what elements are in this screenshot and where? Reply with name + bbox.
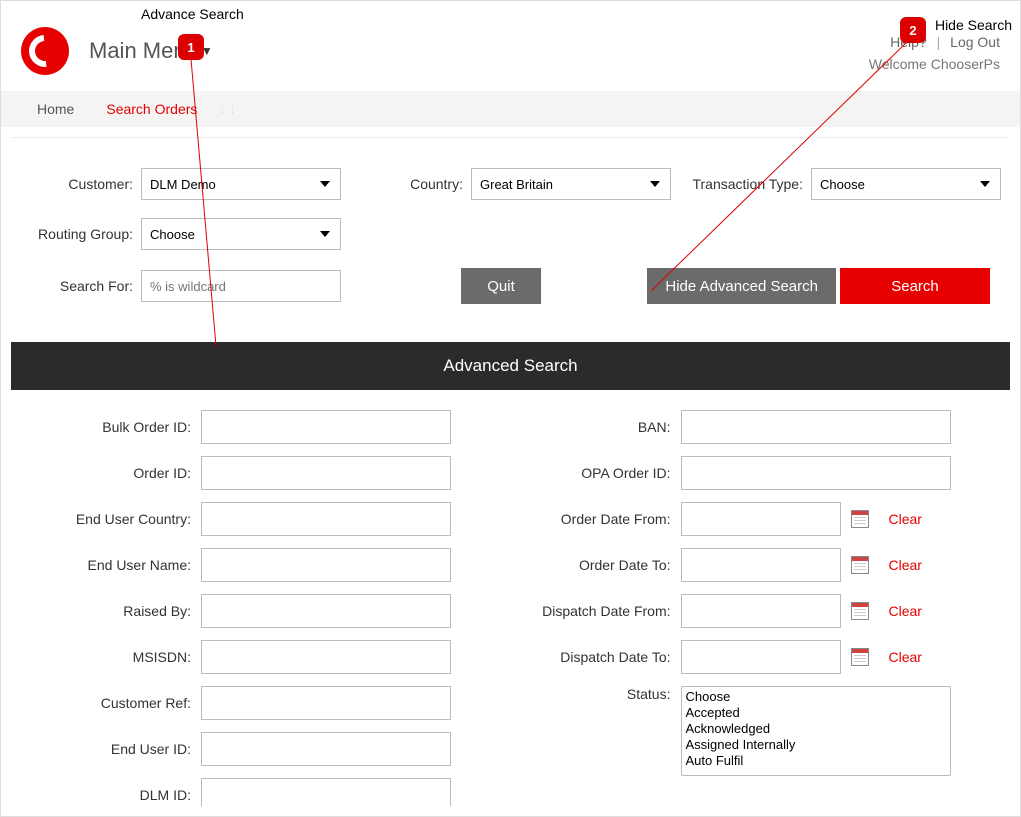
- search-for-label: Search For:: [31, 278, 141, 294]
- advanced-search-grid: Bulk Order ID: Order ID: End User Countr…: [11, 410, 1010, 806]
- annotation-advance-search: Advance Search: [141, 6, 244, 22]
- transaction-type-label: Transaction Type:: [681, 176, 811, 192]
- calendar-icon[interactable]: [851, 602, 869, 620]
- logout-link[interactable]: Log Out: [950, 34, 1000, 50]
- bulk-order-id-label: Bulk Order ID:: [31, 419, 201, 435]
- end-user-country-label: End User Country:: [31, 511, 201, 527]
- raised-by-input[interactable]: [201, 594, 451, 628]
- advanced-left-column: Bulk Order ID: Order ID: End User Countr…: [31, 410, 511, 806]
- separator: |: [937, 34, 941, 50]
- app-window: Advance Search Hide Search 1 2 Main Menu…: [0, 0, 1021, 817]
- search-button[interactable]: Search: [840, 268, 990, 304]
- content-scroll[interactable]: Customer: DLM Demo Country: Great Britai…: [11, 137, 1010, 806]
- ban-label: BAN:: [511, 419, 681, 435]
- annotation-badge-1: 1: [178, 34, 204, 60]
- header-right: Help? | Log Out Welcome ChooserPs: [869, 30, 1000, 72]
- transaction-type-select[interactable]: Choose: [811, 168, 1001, 200]
- dispatch-date-to-label: Dispatch Date To:: [511, 649, 681, 665]
- msisdn-label: MSISDN:: [31, 649, 201, 665]
- customer-select[interactable]: DLM Demo: [141, 168, 341, 200]
- clear-order-date-from[interactable]: Clear: [889, 511, 922, 527]
- hide-advanced-search-button[interactable]: Hide Advanced Search: [647, 268, 836, 304]
- dispatch-date-to-input[interactable]: [681, 640, 841, 674]
- annotation-hide-search: Hide Search: [935, 17, 1012, 33]
- opa-order-id-input[interactable]: [681, 456, 951, 490]
- tab-bar: Home Search Orders ⋮⋮: [1, 91, 1020, 127]
- calendar-icon[interactable]: [851, 648, 869, 666]
- calendar-icon[interactable]: [851, 510, 869, 528]
- country-select[interactable]: Great Britain: [471, 168, 671, 200]
- quit-button[interactable]: Quit: [461, 268, 541, 304]
- clear-order-date-to[interactable]: Clear: [889, 557, 922, 573]
- search-for-input[interactable]: [141, 270, 341, 302]
- customer-label: Customer:: [31, 176, 141, 192]
- end-user-name-label: End User Name:: [31, 557, 201, 573]
- routing-group-label: Routing Group:: [31, 226, 141, 242]
- raised-by-label: Raised By:: [31, 603, 201, 619]
- order-id-label: Order ID:: [31, 465, 201, 481]
- calendar-icon[interactable]: [851, 556, 869, 574]
- dispatch-date-from-input[interactable]: [681, 594, 841, 628]
- end-user-name-input[interactable]: [201, 548, 451, 582]
- order-date-from-input[interactable]: [681, 502, 841, 536]
- vodafone-logo-icon: [21, 27, 69, 75]
- ban-input[interactable]: [681, 410, 951, 444]
- clear-dispatch-date-to[interactable]: Clear: [889, 649, 922, 665]
- msisdn-input[interactable]: [201, 640, 451, 674]
- order-date-to-label: Order Date To:: [511, 557, 681, 573]
- order-date-to-input[interactable]: [681, 548, 841, 582]
- tab-search-orders[interactable]: Search Orders: [90, 101, 213, 117]
- welcome-text: Welcome ChooserPs: [869, 56, 1000, 72]
- end-user-country-input[interactable]: [201, 502, 451, 536]
- filter-panel: Customer: DLM Demo Country: Great Britai…: [11, 138, 1010, 332]
- end-user-id-label: End User ID:: [31, 741, 201, 757]
- advanced-search-header: Advanced Search: [11, 342, 1010, 390]
- country-label: Country:: [401, 176, 471, 192]
- annotation-badge-2: 2: [900, 17, 926, 43]
- customer-ref-label: Customer Ref:: [31, 695, 201, 711]
- bulk-order-id-input[interactable]: [201, 410, 451, 444]
- dlm-id-input[interactable]: [201, 778, 451, 806]
- order-id-input[interactable]: [201, 456, 451, 490]
- clear-dispatch-date-from[interactable]: Clear: [889, 603, 922, 619]
- tab-home[interactable]: Home: [21, 101, 90, 117]
- drag-handle-icon[interactable]: ⋮⋮: [213, 104, 237, 115]
- opa-order-id-label: OPA Order ID:: [511, 465, 681, 481]
- dispatch-date-from-label: Dispatch Date From:: [511, 603, 681, 619]
- routing-group-select[interactable]: Choose: [141, 218, 341, 250]
- status-listbox[interactable]: Choose Accepted Acknowledged Assigned In…: [681, 686, 951, 776]
- advanced-right-column: BAN: OPA Order ID: Order Date From: Clea…: [511, 410, 991, 806]
- end-user-id-input[interactable]: [201, 732, 451, 766]
- order-date-from-label: Order Date From:: [511, 511, 681, 527]
- status-label: Status:: [511, 686, 681, 702]
- dlm-id-label: DLM ID:: [31, 787, 201, 803]
- customer-ref-input[interactable]: [201, 686, 451, 720]
